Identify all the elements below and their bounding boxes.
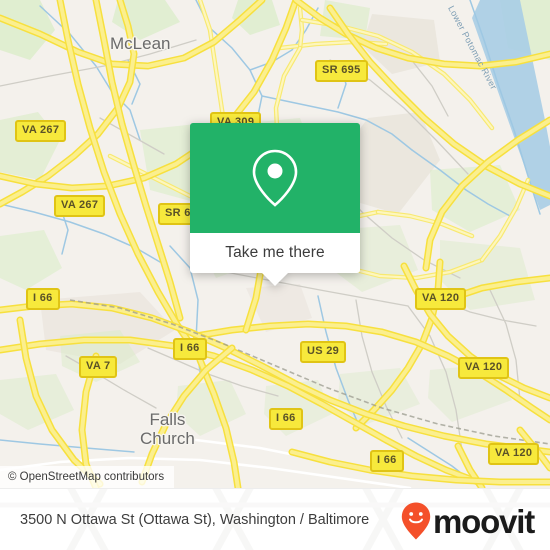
road-shield-va-120-south: VA 120 [488, 443, 540, 465]
road-shield-i-66-west: I 66 [26, 288, 60, 310]
place-label-falls-church: Falls Church [140, 410, 195, 448]
location-pin-icon [252, 149, 298, 207]
popup-action-area[interactable]: Take me there [190, 233, 360, 273]
location-title: 3500 N Ottawa St (Ottawa St), Washington… [20, 512, 370, 528]
road-shield-i-66-southeast: I 66 [370, 450, 404, 472]
road-shield-i-66-center: I 66 [173, 338, 207, 360]
osm-attribution-text: © OpenStreetMap contributors [8, 471, 165, 483]
road-shield-va-7: VA 7 [79, 356, 118, 378]
popup-tail [262, 273, 288, 286]
road-shield-va-120-mid: VA 120 [458, 357, 510, 379]
road-shield-i-66-south: I 66 [269, 408, 303, 430]
road-shield-va-267-south: VA 267 [54, 195, 106, 217]
osm-attribution[interactable]: © OpenStreetMap contributors [0, 466, 175, 488]
popup-pin-area [190, 123, 360, 233]
road-shield-va-267-north: VA 267 [15, 120, 67, 142]
map-canvas[interactable]: .road-major { stroke:#f7e03e; stroke-wid… [0, 0, 550, 488]
moovit-wordmark: moovit [433, 502, 535, 540]
place-label-mclean: McLean [110, 34, 171, 53]
moovit-logo[interactable]: moovit [401, 502, 535, 540]
destination-popup-card[interactable]: Take me there [190, 123, 360, 286]
take-me-there-label: Take me there [225, 244, 325, 261]
road-shield-va-120-north: VA 120 [415, 288, 467, 310]
road-shield-us-29: US 29 [300, 341, 347, 363]
road-shield-sr-695: SR 695 [315, 60, 368, 82]
footer-bar: 3500 N Ottawa St (Ottawa St), Washington… [0, 488, 550, 550]
moovit-smiley-pin-icon [401, 502, 431, 540]
moovit-map-page: .road-major { stroke:#f7e03e; stroke-wid… [0, 0, 550, 550]
